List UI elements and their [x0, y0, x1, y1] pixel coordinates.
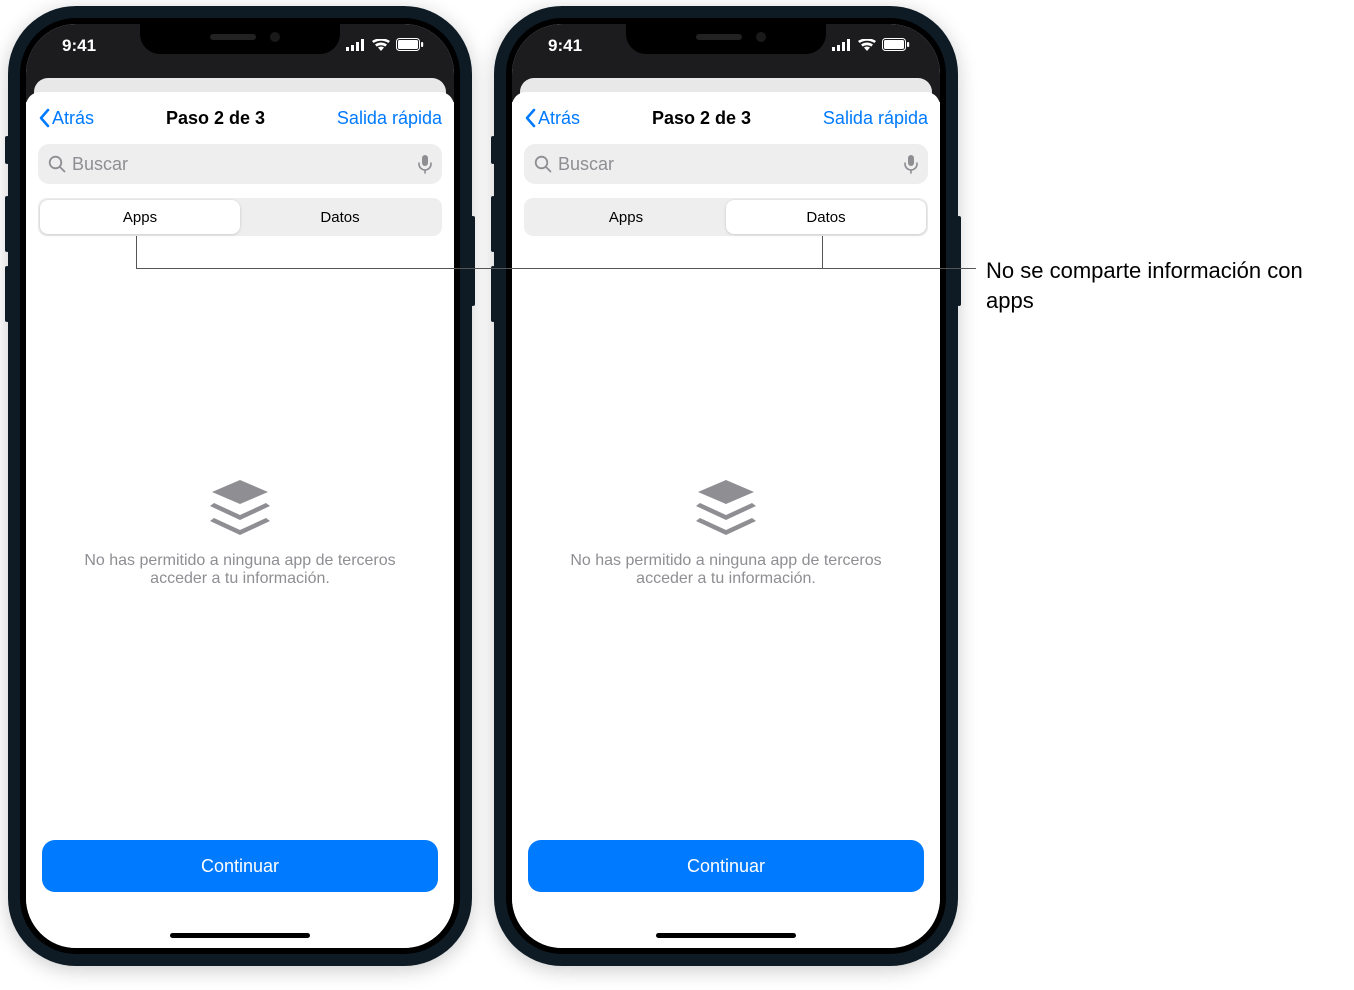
cellular-icon — [832, 36, 852, 56]
tab-data[interactable]: Datos — [726, 200, 926, 234]
sheet: Atrás Paso 2 de 3 Salida rápida Buscar A… — [26, 92, 454, 948]
segmented-control: Apps Datos — [38, 198, 442, 236]
annotation-line — [136, 236, 137, 268]
wifi-icon — [372, 36, 390, 56]
back-button[interactable]: Atrás — [38, 108, 94, 129]
quick-exit-button[interactable]: Salida rápida — [823, 108, 928, 129]
annotation-callout: No se comparte información con apps — [986, 256, 1326, 315]
continue-button[interactable]: Continuar — [42, 840, 438, 892]
empty-state: No has permitido a ninguna app de tercer… — [524, 226, 928, 840]
empty-message: No has permitido a ninguna app de tercer… — [550, 552, 902, 588]
home-indicator[interactable] — [656, 933, 796, 938]
search-icon — [534, 155, 552, 173]
battery-icon — [882, 36, 910, 56]
stack-icon — [208, 478, 272, 536]
chevron-left-icon — [38, 108, 50, 128]
status-time: 9:41 — [62, 36, 96, 56]
search-placeholder: Buscar — [72, 154, 128, 175]
iphone-device: 9:41 — [8, 6, 472, 966]
search-placeholder: Buscar — [558, 154, 614, 175]
microphone-icon[interactable] — [418, 154, 432, 174]
empty-state: No has permitido a ninguna app de tercer… — [38, 226, 442, 840]
battery-icon — [396, 36, 424, 56]
chevron-left-icon — [524, 108, 536, 128]
back-button[interactable]: Atrás — [524, 108, 580, 129]
tab-apps[interactable]: Apps — [526, 200, 726, 234]
tab-data[interactable]: Datos — [240, 200, 440, 234]
notch — [626, 24, 826, 54]
search-input[interactable]: Buscar — [38, 144, 442, 184]
search-input[interactable]: Buscar — [524, 144, 928, 184]
tab-apps[interactable]: Apps — [40, 200, 240, 234]
sheet: Atrás Paso 2 de 3 Salida rápida Buscar A… — [512, 92, 940, 948]
status-time: 9:41 — [548, 36, 582, 56]
back-label: Atrás — [538, 108, 580, 129]
cellular-icon — [346, 36, 366, 56]
status-indicators — [832, 36, 910, 56]
page-title: Paso 2 de 3 — [166, 108, 265, 129]
annotation-line — [136, 268, 976, 269]
back-label: Atrás — [52, 108, 94, 129]
empty-message: No has permitido a ninguna app de tercer… — [64, 552, 416, 588]
notch — [140, 24, 340, 54]
stack-icon — [694, 478, 758, 536]
page-title: Paso 2 de 3 — [652, 108, 751, 129]
wifi-icon — [858, 36, 876, 56]
microphone-icon[interactable] — [904, 154, 918, 174]
iphone-device: 9:41 — [494, 6, 958, 966]
annotation-line — [822, 236, 823, 268]
search-icon — [48, 155, 66, 173]
quick-exit-button[interactable]: Salida rápida — [337, 108, 442, 129]
segmented-control: Apps Datos — [524, 198, 928, 236]
status-indicators — [346, 36, 424, 56]
continue-button[interactable]: Continuar — [528, 840, 924, 892]
home-indicator[interactable] — [170, 933, 310, 938]
